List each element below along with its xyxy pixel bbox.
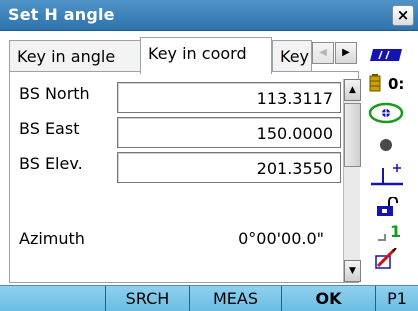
srch-button[interactable]: SRCH [105,286,189,311]
tab-scroll-right-button[interactable]: ▶ [335,42,357,64]
tab-label: Key [280,47,310,66]
edit-pen-icon[interactable] [374,247,398,274]
scroll-thumb[interactable] [344,103,361,167]
bs-elev-label: BS Elev. [19,154,83,173]
status-bar: 0: 1 [366,40,418,283]
ok-button[interactable]: OK [281,286,375,311]
azimuth-value: 0°00'00.0" [238,229,324,248]
tab-key-in-coord[interactable]: Key in coord [140,37,272,74]
scroll-up-button[interactable]: ▲ [344,79,361,101]
signal-level-text: 1 [390,222,402,241]
p1-button[interactable]: P1 [375,286,418,311]
laser-pointer-icon[interactable] [379,137,393,156]
communication-icon[interactable] [369,47,403,66]
signal-level-icon[interactable] [376,226,388,246]
bs-north-label: BS North [19,84,90,103]
tab-scroll-left-button[interactable]: ◀ [312,42,334,64]
close-button[interactable]: × [392,5,414,26]
window-title: Set H angle [8,5,115,24]
tilt-compensation-icon[interactable] [369,162,405,192]
tab-label: Key in coord [148,44,247,63]
battery-level-text: 0: [388,75,405,93]
bs-east-field[interactable]: 150.0000 [117,117,341,148]
input-mode-icon[interactable] [376,196,402,221]
tab-key-in-angle[interactable]: Key in angle [9,40,141,74]
target-icon[interactable] [368,102,404,128]
azimuth-label: Azimuth [19,229,85,248]
tab-key-in-partial[interactable]: Key [272,40,312,74]
softkey-empty[interactable] [0,286,105,311]
title-bar: Set H angle × [0,0,418,31]
bs-north-field[interactable]: 113.3117 [117,82,341,113]
meas-button[interactable]: MEAS [189,286,281,311]
vertical-scrollbar[interactable]: ▲ ▼ [343,79,361,282]
battery-icon[interactable] [369,74,381,96]
tab-label: Key in angle [17,47,116,66]
softkey-bar: SRCH MEAS OK P1 [0,285,418,311]
bs-elev-field[interactable]: 201.3550 [117,152,341,183]
bs-east-label: BS East [19,119,80,138]
coordinate-panel: BS North 113.3117 BS East 150.0000 BS El… [9,71,361,283]
scroll-down-button[interactable]: ▼ [344,260,361,282]
